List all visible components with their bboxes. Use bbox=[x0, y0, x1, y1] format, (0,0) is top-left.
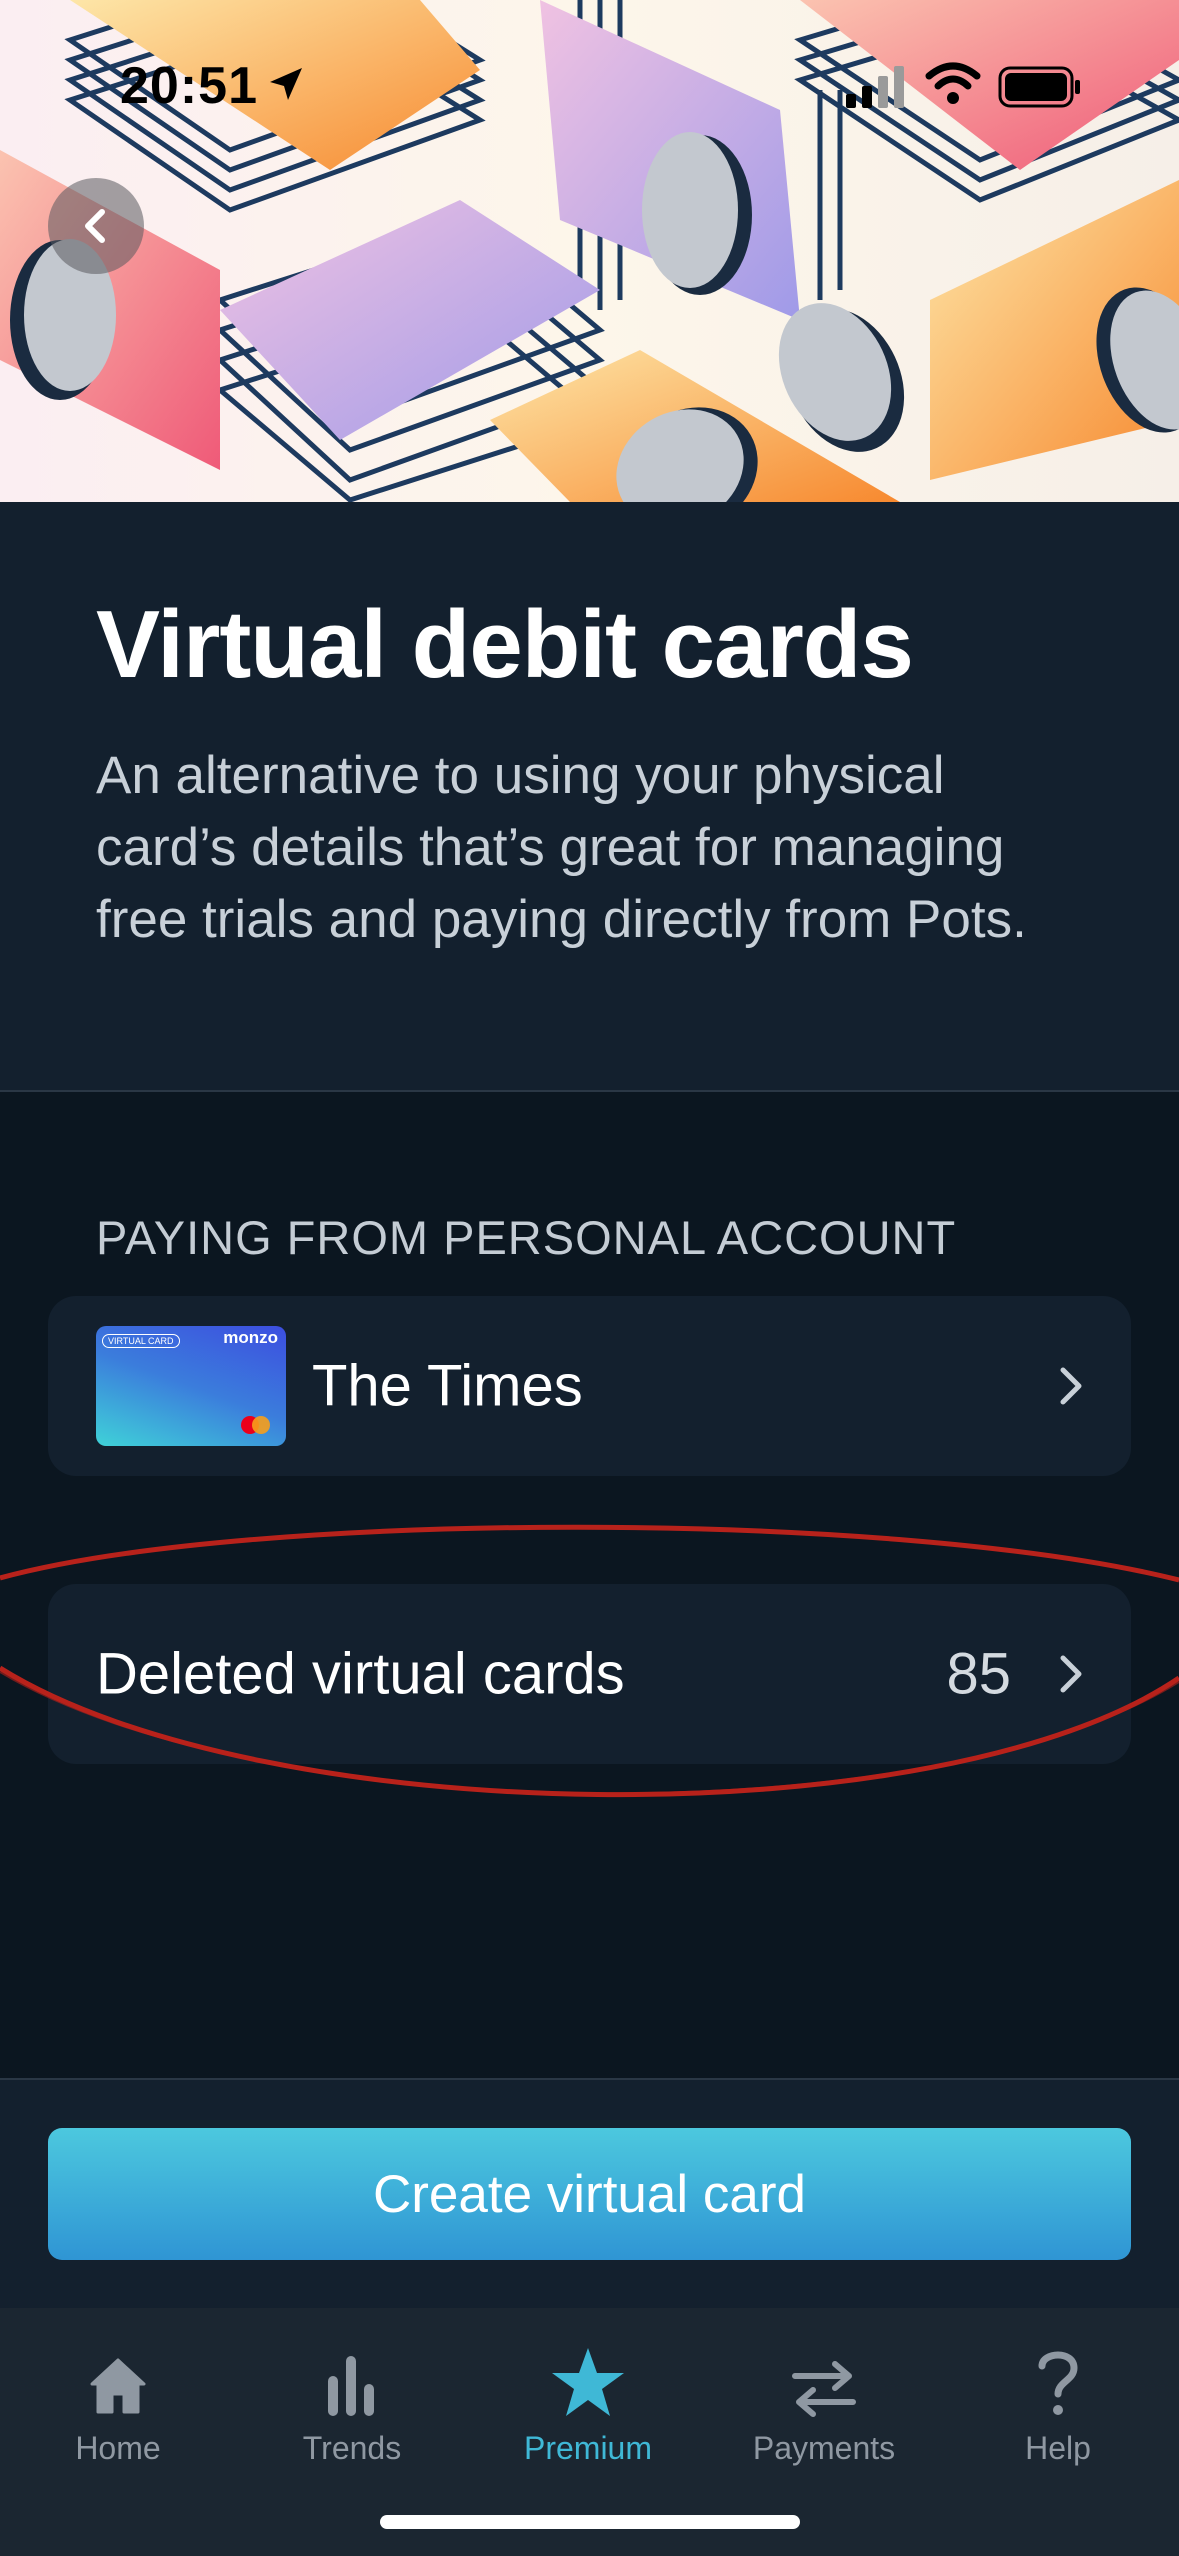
home-icon bbox=[90, 2358, 146, 2414]
tab-label: Payments bbox=[752, 2430, 896, 2466]
battery-icon bbox=[998, 66, 1080, 108]
card-thumb-badge: VIRTUAL CARD bbox=[102, 1334, 180, 1348]
create-virtual-card-button[interactable]: Create virtual card bbox=[48, 2128, 1131, 2260]
section-label: PAYING FROM PERSONAL ACCOUNT bbox=[96, 1211, 957, 1264]
card-name: The Times bbox=[312, 1353, 583, 1419]
tab-label: Trends bbox=[302, 2430, 402, 2466]
tab-label: Home bbox=[75, 2430, 161, 2466]
status-time: 20:51 bbox=[120, 57, 258, 115]
header-panel: Virtual debit cards An alternative to us… bbox=[0, 502, 1179, 1092]
cellular-signal-icon bbox=[846, 66, 904, 108]
tab-payments[interactable]: Payments bbox=[724, 2332, 924, 2482]
card-thumb-brand: monzo bbox=[223, 1328, 278, 1347]
back-button[interactable] bbox=[48, 178, 144, 274]
home-indicator bbox=[380, 2515, 800, 2529]
tab-premium[interactable]: Premium bbox=[488, 2332, 688, 2482]
virtual-card-row[interactable]: VIRTUAL CARD monzo The Times bbox=[48, 1296, 1131, 1476]
transfer-arrows-icon bbox=[792, 2361, 856, 2417]
status-bar: 20:51 bbox=[0, 0, 1179, 140]
card-thumbnail: VIRTUAL CARD monzo bbox=[96, 1326, 286, 1446]
star-icon bbox=[552, 2348, 624, 2416]
question-icon bbox=[1038, 2351, 1078, 2415]
chevron-left-icon bbox=[85, 209, 105, 243]
tab-label: Premium bbox=[523, 2430, 652, 2466]
tab-trends[interactable]: Trends bbox=[252, 2332, 452, 2482]
red-annotation-ellipse bbox=[0, 1524, 1179, 1798]
location-arrow-icon bbox=[270, 68, 302, 100]
page-description: An alternative to using your physical ca… bbox=[96, 746, 1027, 949]
chevron-right-icon bbox=[1060, 1367, 1082, 1405]
trends-icon bbox=[328, 2356, 374, 2416]
page-title: Virtual debit cards bbox=[96, 591, 914, 698]
wifi-icon bbox=[925, 62, 981, 104]
bottom-action-area: Create virtual card bbox=[0, 2078, 1179, 2308]
tab-help[interactable]: Help bbox=[958, 2332, 1158, 2482]
tab-label: Help bbox=[1025, 2430, 1091, 2466]
tab-home[interactable]: Home bbox=[18, 2332, 218, 2482]
